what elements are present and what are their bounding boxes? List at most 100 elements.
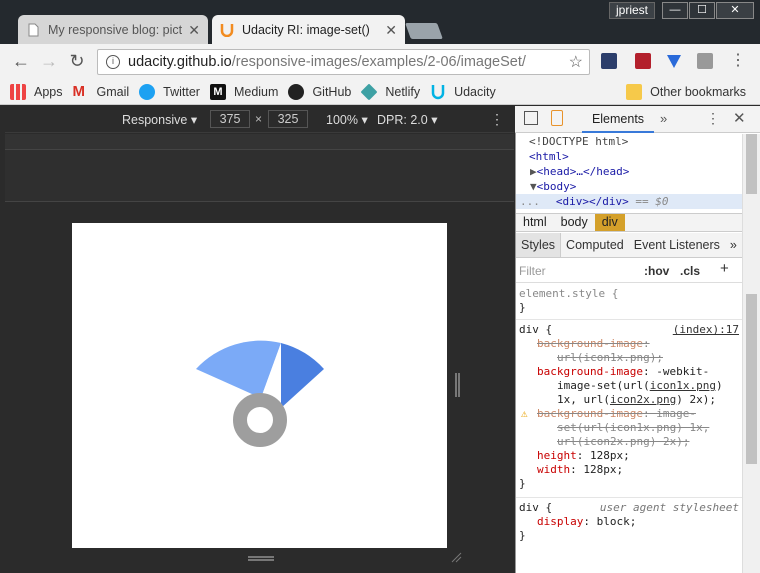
apps-grid-icon <box>10 83 26 100</box>
rule-selector[interactable]: div { <box>519 323 552 336</box>
address-bar[interactable]: i udacity.github.io/responsive-images/ex… <box>97 49 590 75</box>
info-icon[interactable]: i <box>106 55 120 69</box>
breadcrumb-body[interactable]: body <box>554 214 595 231</box>
expand-arrow-icon[interactable]: ▶ <box>530 165 537 178</box>
vue-devtools-icon[interactable] <box>666 53 682 69</box>
tab-computed[interactable]: Computed <box>561 233 629 257</box>
declaration-height[interactable]: height: 128px; <box>519 449 739 463</box>
url-link[interactable]: icon1x.png <box>610 421 676 434</box>
declaration-display[interactable]: display: block; <box>519 515 739 529</box>
resize-handle-bottom[interactable] <box>248 556 274 561</box>
close-icon[interactable]: ✕ <box>385 22 397 39</box>
filter-input[interactable]: Filter <box>519 264 546 278</box>
bookmark-udacity[interactable]: Udacity <box>430 84 496 100</box>
element-style-selector[interactable]: element.style { <box>519 287 739 301</box>
device-mode-select[interactable]: Responsive ▾ <box>122 112 197 127</box>
minimize-button[interactable]: — <box>662 2 688 19</box>
scrollbar-thumb[interactable] <box>746 134 757 194</box>
resize-handle-right[interactable] <box>455 373 460 397</box>
page-icon <box>26 23 40 37</box>
scrollbar-thumb[interactable] <box>746 294 757 464</box>
dom-doctype[interactable]: <!DOCTYPE html> <box>516 134 742 149</box>
viewport-width-input[interactable]: 375 <box>210 110 250 128</box>
tab-title: Udacity RI: image-set() <box>242 23 370 37</box>
new-rule-button[interactable]: + <box>720 260 729 277</box>
dom-selected-marker: == $0 <box>635 195 669 208</box>
forward-icon[interactable]: → <box>38 50 60 72</box>
dom-body[interactable]: ▼<body> <box>516 179 742 194</box>
close-devtools-icon[interactable]: ✕ <box>733 109 746 127</box>
declaration-bg-3-value: set(url(icon1x.png) 1x, <box>519 421 739 435</box>
declaration-bg-1[interactable]: background-image: <box>519 337 739 351</box>
new-tab-button[interactable] <box>405 23 443 39</box>
dom-ellipsis[interactable]: ... <box>520 195 540 208</box>
url-link[interactable]: icon2x.png <box>584 435 650 448</box>
star-icon[interactable]: ☆ <box>569 52 583 72</box>
close-window-button[interactable]: ✕ <box>716 2 754 19</box>
dom-head[interactable]: ▶<head>…</head> <box>516 164 742 179</box>
close-icon[interactable]: ✕ <box>188 22 200 39</box>
maximize-button[interactable]: ☐ <box>689 2 715 19</box>
reload-icon[interactable]: ↻ <box>66 50 88 72</box>
bookmark-github[interactable]: GitHub <box>288 83 351 100</box>
breadcrumb-html[interactable]: html <box>516 214 554 231</box>
devtools-scrollbar[interactable] <box>742 134 760 573</box>
extension-icon[interactable] <box>601 53 617 69</box>
rule-selector[interactable]: div { <box>519 501 552 514</box>
url-path: /responsive-images/examples/2-06/imageSe… <box>231 54 526 70</box>
ublock-icon[interactable] <box>635 53 651 69</box>
media-query-bar[interactable] <box>5 134 514 150</box>
extension-icon[interactable] <box>697 53 713 69</box>
dropdown-arrow-icon: ▾ <box>361 113 368 127</box>
viewport-height-input[interactable]: 325 <box>268 110 308 128</box>
tab-event-listeners[interactable]: Event Listeners <box>629 233 725 257</box>
bookmark-label: Netlify <box>385 84 421 99</box>
url-link[interactable]: icon1x.png <box>650 379 716 392</box>
back-icon[interactable]: ← <box>10 50 32 72</box>
zoom-select[interactable]: 100% ▾ <box>326 112 368 127</box>
value-text: url( <box>557 435 584 448</box>
menu-kebab-icon[interactable]: ⋮ <box>727 50 749 72</box>
bookmark-label: Udacity <box>454 84 496 99</box>
hover-state-toggle[interactable]: :hov <box>644 264 669 278</box>
declaration-width[interactable]: width: 128px; <box>519 463 739 477</box>
inspect-element-icon[interactable] <box>524 111 538 125</box>
breadcrumb-div[interactable]: div <box>594 214 625 231</box>
profile-button[interactable]: jpriest <box>609 2 655 19</box>
udacity-icon <box>430 84 446 100</box>
bookmark-medium[interactable]: M Medium <box>209 83 278 100</box>
rule-source-link[interactable]: (index):17 <box>673 323 739 337</box>
device-menu-kebab-icon[interactable]: ⋮ <box>490 111 504 128</box>
declaration-bg-2[interactable]: background-image: -webkit- <box>519 365 739 379</box>
bookmark-apps[interactable]: Apps <box>10 83 63 100</box>
other-bookmarks[interactable]: Other bookmarks <box>626 83 746 100</box>
prop-name: height <box>537 449 577 462</box>
tab-blog[interactable]: My responsive blog: pictu ✕ <box>18 15 208 45</box>
tab-elements[interactable]: Elements <box>582 106 654 133</box>
value-text: 128px; <box>583 463 624 476</box>
url-link[interactable]: icon2x.png <box>610 393 676 406</box>
resize-corner-icon[interactable] <box>450 551 462 563</box>
more-subtabs-button[interactable]: » <box>725 233 742 257</box>
ua-source-label: user agent stylesheet <box>599 501 739 514</box>
prop-name: background-image <box>537 337 643 350</box>
class-toggle[interactable]: .cls <box>680 264 700 278</box>
url-link[interactable]: icon1x.png <box>584 351 650 364</box>
tab-styles[interactable]: Styles <box>516 233 562 257</box>
bookmark-twitter[interactable]: Twitter <box>139 83 200 100</box>
image-set-demo-graphic <box>196 340 324 447</box>
declaration-bg-3-value: url(icon2x.png) 2x); <box>519 435 739 449</box>
more-panels-button[interactable]: » <box>660 111 667 126</box>
device-mode-label: Responsive <box>122 113 188 127</box>
tab-udacity[interactable]: Udacity RI: image-set() ✕ <box>212 15 405 45</box>
bookmark-gmail[interactable]: M Gmail <box>73 83 130 100</box>
bookmark-netlify[interactable]: Netlify <box>360 83 421 100</box>
dpr-select[interactable]: DPR: 2.0 ▾ <box>377 112 437 127</box>
dom-html[interactable]: <html> <box>516 149 742 164</box>
device-toggle-icon[interactable] <box>551 110 563 126</box>
declaration-bg-3[interactable]: ⚠ background-image: image- <box>519 407 739 421</box>
dom-selected-node[interactable]: ... <div></div> == $0 <box>516 194 742 209</box>
devtools-menu-kebab-icon[interactable]: ⋮ <box>706 110 720 127</box>
github-icon <box>288 83 305 100</box>
collapse-arrow-icon[interactable]: ▼ <box>530 180 537 193</box>
